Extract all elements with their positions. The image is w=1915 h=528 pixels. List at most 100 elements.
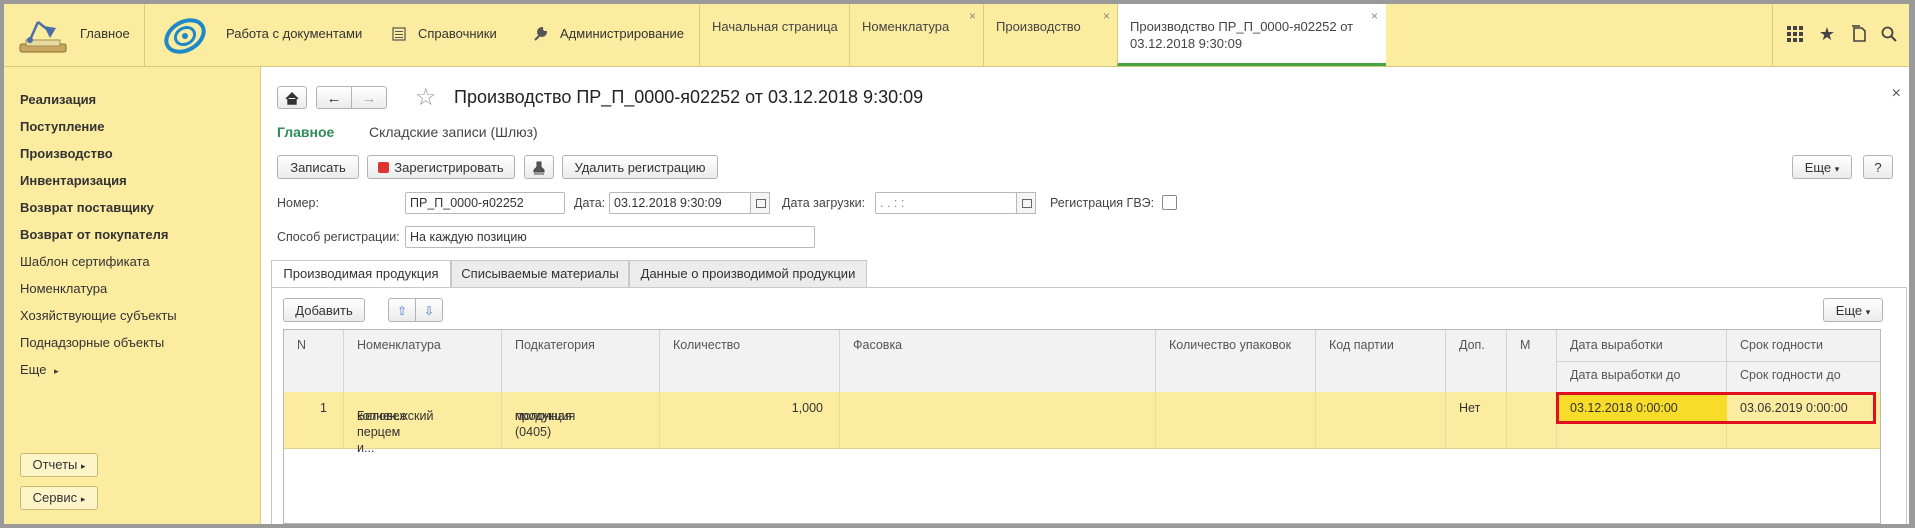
caret-right-icon: ▸	[80, 494, 86, 504]
top-bar: Главное Работа с документами Справочники	[4, 4, 1909, 67]
cell-quantity[interactable]: 1,000	[660, 392, 840, 448]
load-date-field[interactable]: . . : :	[875, 192, 1017, 214]
caret-right-icon: ▸	[81, 461, 86, 471]
add-button[interactable]: Добавить	[283, 298, 365, 322]
home-section[interactable]: Главное	[4, 4, 145, 66]
delete-registration-button[interactable]: Удалить регистрацию	[562, 155, 718, 179]
cell-m[interactable]	[1507, 392, 1557, 448]
forward-button[interactable]: →	[351, 86, 387, 109]
sidebar-item-business-entities[interactable]: Хозяйствующие субъекты	[20, 308, 177, 323]
arrow-left-icon: ←	[326, 90, 342, 107]
caret-right-icon: ▸	[54, 366, 59, 376]
tab-product-data[interactable]: Данные о производимой продукции	[629, 260, 867, 287]
cell-extra[interactable]: Нет	[1446, 392, 1507, 448]
date-label: Дата:	[574, 196, 606, 210]
column-header-batch-code[interactable]: Код партии	[1316, 330, 1446, 392]
column-header-m[interactable]: М	[1507, 330, 1557, 392]
gve-registration-label: Регистрация ГВЭ:	[1050, 196, 1155, 210]
table-more-button[interactable]: Еще ▾	[1823, 298, 1883, 322]
calendar-icon[interactable]	[1016, 192, 1036, 214]
cell-batch-code[interactable]	[1316, 392, 1446, 448]
more-button-label: Еще	[1804, 160, 1832, 175]
column-header-expiry[interactable]: Срок годности Срок годности до	[1727, 330, 1880, 392]
cell-subcategory[interactable]: молочная продукция (0405)	[502, 392, 660, 448]
column-header-packing[interactable]: Фасовка	[840, 330, 1156, 392]
close-icon[interactable]: ×	[1103, 9, 1110, 23]
orbit-logo-icon	[164, 18, 206, 54]
tab-written-off-materials[interactable]: Списываемые материалы	[451, 260, 629, 287]
tab-nomenclature[interactable]: Номенклатура ×	[849, 4, 984, 66]
reports-button-label: Отчеты	[32, 457, 78, 472]
help-button[interactable]: ?	[1863, 155, 1893, 179]
tab-label: Производство ПР_П_0000-я02252 от 03.12.2…	[1130, 18, 1353, 52]
section-administration[interactable]: Администрирование	[524, 4, 694, 66]
stamp-icon	[533, 161, 545, 175]
page-title: Производство ПР_П_0000-я02252 от 03.12.2…	[454, 87, 924, 107]
number-label: Номер:	[277, 196, 319, 210]
sidebar-item-supervised-objects[interactable]: Поднадзорные объекты	[20, 335, 164, 350]
close-icon[interactable]: ×	[1892, 85, 1901, 103]
reports-button[interactable]: Отчеты ▸	[20, 453, 98, 477]
number-field[interactable]: ПР_П_0000-я02252	[405, 192, 565, 214]
sidebar-item-return-from-customer[interactable]: Возврат от покупателя	[20, 227, 168, 242]
column-header-extra[interactable]: Доп.	[1446, 330, 1507, 392]
register-button-label: Зарегистрировать	[394, 160, 504, 175]
column-header-nomenclature[interactable]: Номенклатура	[344, 330, 502, 392]
service-button[interactable]: Сервис ▸	[20, 486, 98, 510]
history-icon[interactable]	[1849, 24, 1869, 44]
close-icon[interactable]: ×	[1371, 9, 1378, 23]
column-header-production-date[interactable]: Дата выработки Дата выработки до	[1557, 330, 1727, 392]
tab-start-page[interactable]: Начальная страница	[699, 4, 850, 66]
tab-label-line2: 03.12.2018 9:30:09	[1130, 36, 1243, 51]
favorite-star-icon[interactable]: ☆	[415, 83, 437, 112]
sidebar-item-nomenclature[interactable]: Номенклатура	[20, 281, 107, 296]
sidebar-item-production[interactable]: Производство	[20, 146, 113, 161]
home-button[interactable]	[277, 86, 307, 109]
move-up-button[interactable]: ⇧	[388, 298, 416, 322]
sidebar-item-more[interactable]: Еще ▸	[20, 362, 59, 377]
section-references[interactable]: Справочники	[384, 4, 516, 66]
apps-grid-icon[interactable]	[1785, 24, 1805, 44]
section-documents[interactable]: Работа с документами	[144, 4, 374, 66]
table-row[interactable]: 1 Беловежский копчен.с перцем и... молочн…	[284, 392, 1880, 455]
tab-production[interactable]: Производство ×	[983, 4, 1118, 66]
tab-produced-products[interactable]: Производимая продукция	[271, 260, 451, 288]
column-header-n[interactable]: N	[284, 330, 344, 392]
print-button[interactable]	[524, 155, 554, 179]
highlight-box	[1556, 392, 1876, 424]
sidebar-item-sales[interactable]: Реализация	[20, 92, 96, 107]
sidebar: Реализация Поступление Производство Инве…	[4, 67, 261, 524]
gve-registration-checkbox[interactable]	[1162, 195, 1177, 210]
nav-warehouse-records-link[interactable]: Складские записи (Шлюз)	[369, 124, 538, 140]
sidebar-item-return-to-supplier[interactable]: Возврат поставщику	[20, 200, 154, 215]
close-icon[interactable]: ×	[969, 9, 976, 23]
cell-nomenclature[interactable]: Беловежский копчен.с перцем и...	[344, 392, 502, 455]
cell-packages-count[interactable]	[1156, 392, 1316, 448]
date-field[interactable]: 03.12.2018 9:30:09	[609, 192, 751, 214]
section-administration-label: Администрирование	[560, 26, 684, 41]
back-button[interactable]: ←	[316, 86, 352, 109]
save-button[interactable]: Записать	[277, 155, 359, 179]
sidebar-item-inventory[interactable]: Инвентаризация	[20, 173, 127, 188]
star-icon[interactable]: ★	[1817, 24, 1837, 44]
register-button[interactable]: Зарегистрировать	[367, 155, 515, 179]
column-header-packages-count[interactable]: Количество упаковок	[1156, 330, 1316, 392]
sidebar-more-label: Еще	[20, 362, 47, 377]
column-header-quantity[interactable]: Количество	[660, 330, 840, 392]
calendar-icon[interactable]	[750, 192, 770, 214]
registration-method-field[interactable]: На каждую позицию	[405, 226, 815, 248]
cell-packing[interactable]	[840, 392, 1156, 448]
document-form: ← → ☆ Производство ПР_П_0000-я02252 от 0…	[261, 67, 1909, 524]
load-date-label: Дата загрузки:	[782, 196, 866, 210]
move-down-button[interactable]: ⇩	[415, 298, 443, 322]
column-header-expiry-to: Срок годности до	[1740, 368, 1841, 382]
tab-production-document[interactable]: Производство ПР_П_0000-я02252 от 03.12.2…	[1117, 4, 1386, 66]
nav-main-link[interactable]: Главное	[277, 124, 334, 140]
desk-lamp-icon	[19, 21, 67, 53]
more-button[interactable]: Еще ▾	[1792, 155, 1852, 179]
sidebar-item-certificate-template[interactable]: Шаблон сертификата	[20, 254, 150, 269]
registration-method-label: Способ регистрации:	[277, 230, 400, 244]
column-header-subcategory[interactable]: Подкатегория	[502, 330, 660, 392]
sidebar-item-receipts[interactable]: Поступление	[20, 119, 105, 134]
search-icon[interactable]	[1879, 24, 1899, 44]
